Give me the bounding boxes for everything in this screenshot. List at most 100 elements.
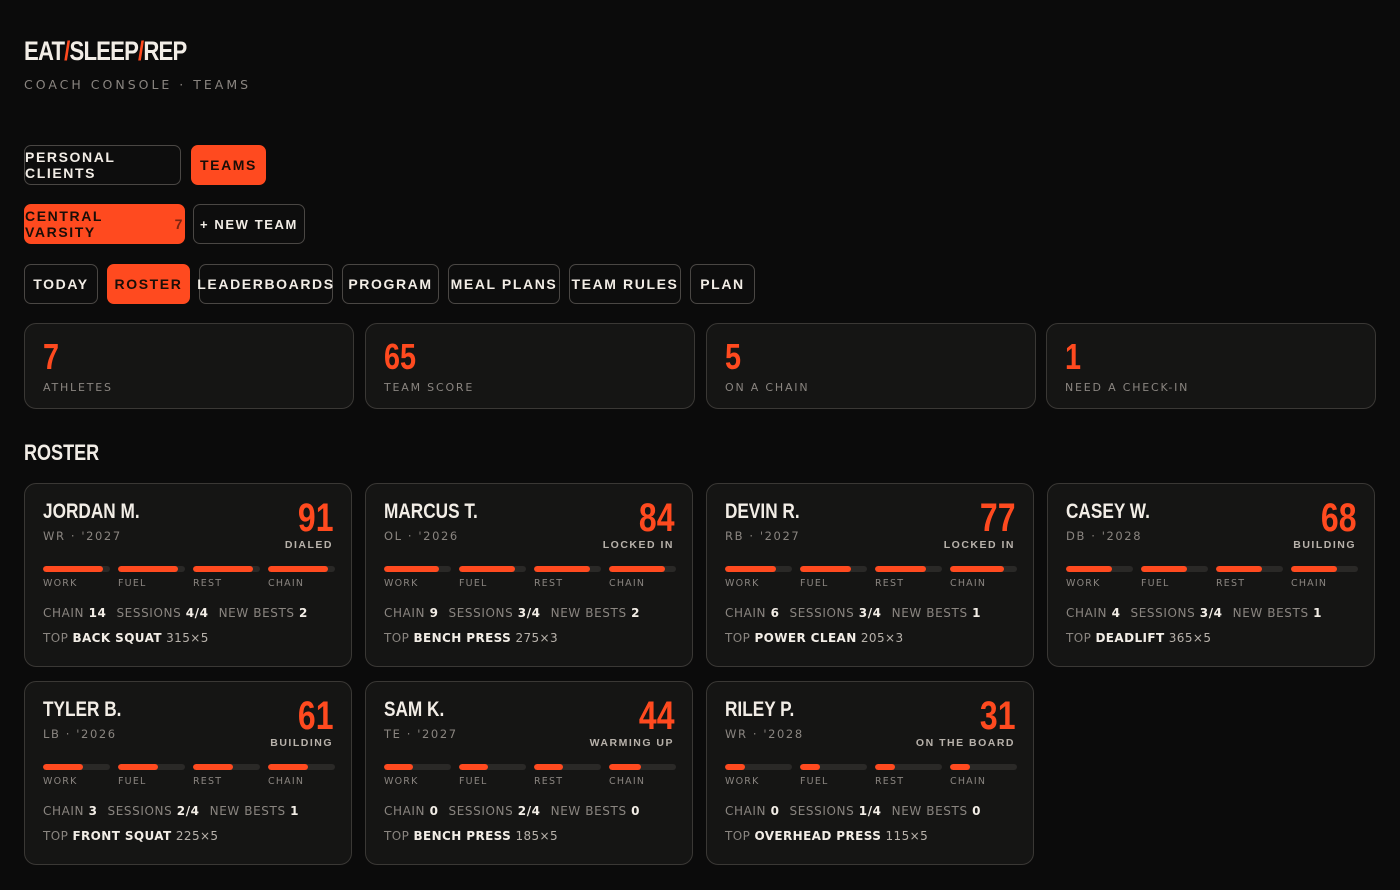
fuel-meter-fill — [118, 764, 159, 770]
fuel-meter: FUEL — [800, 764, 867, 787]
tab-meal-plans[interactable]: MEAL PLANS — [448, 264, 560, 304]
top-label: TOP — [725, 829, 751, 843]
tab-teams[interactable]: TEAMS — [191, 145, 266, 185]
chain-meter-track — [950, 566, 1017, 572]
athlete-name: CASEY W. — [1066, 500, 1150, 523]
tab-label: ROSTER — [114, 276, 183, 292]
chain-stat-value: 4 — [1111, 606, 1121, 620]
top-lift-set: 275×3 — [515, 631, 559, 645]
athlete-stats: CHAIN 14 SESSIONS 4/4 NEW BESTS 2 — [43, 606, 318, 620]
work-meter-track — [725, 764, 792, 770]
fuel-meter-label: FUEL — [1141, 578, 1170, 589]
chain-stat-label: CHAIN — [725, 606, 767, 620]
top-label: TOP — [725, 631, 751, 645]
new-bests-label: NEW BESTS — [891, 606, 968, 620]
athlete-status: WARMING UP — [589, 737, 674, 749]
top-lift-name: POWER CLEAN — [754, 631, 857, 645]
new-bests-label: NEW BESTS — [218, 606, 295, 620]
athlete-card[interactable]: JORDAN M. WR · '2027 91 DIALED WORK FUEL REST C… — [24, 483, 352, 667]
sessions-value: 3/4 — [858, 606, 882, 620]
rest-meter-fill — [875, 764, 896, 770]
fuel-meter-fill — [459, 764, 489, 770]
rest-meter-fill — [534, 764, 564, 770]
sessions-label: SESSIONS — [448, 606, 514, 620]
stat-value: 65 — [384, 336, 417, 377]
new-team-button[interactable]: + NEW TEAM — [193, 204, 305, 244]
fuel-meter-fill — [800, 566, 851, 572]
top-label: TOP — [43, 631, 69, 645]
top-label: TOP — [43, 829, 69, 843]
sessions-label: SESSIONS — [789, 804, 855, 818]
rest-meter-label: REST — [875, 578, 905, 589]
work-meter: WORK — [43, 566, 110, 589]
athlete-meters: WORK FUEL REST CHAIN — [1066, 566, 1358, 589]
fuel-meter-track — [459, 764, 526, 770]
rest-meter-fill — [534, 566, 591, 572]
rest-meter-label: REST — [193, 776, 223, 787]
team-name: CENTRAL VARSITY — [25, 208, 103, 240]
tab-label: PERSONAL CLIENTS — [25, 149, 116, 181]
tab-roster[interactable]: ROSTER — [107, 264, 190, 304]
tab-team-rules[interactable]: TEAM RULES — [569, 264, 681, 304]
athlete-name: JORDAN M. — [43, 500, 140, 523]
work-meter-track — [384, 566, 451, 572]
stat-value: 5 — [725, 336, 742, 377]
team-selector-central-varsity[interactable]: CENTRAL VARSITY 7 — [24, 204, 185, 244]
tab-label: LEADERBOARDS — [197, 276, 335, 292]
rest-meter-label: REST — [534, 776, 564, 787]
rest-meter-track — [534, 764, 601, 770]
tab-label: MEAL PLANS — [450, 276, 558, 292]
tab-leaderboards[interactable]: LEADERBOARDS — [197, 264, 335, 304]
sessions-label: SESSIONS — [107, 804, 173, 818]
athlete-card[interactable]: TYLER B. LB · '2026 61 BUILDING WORK FUEL REST… — [24, 681, 352, 865]
top-lift-set: 185×5 — [515, 829, 559, 843]
new-bests-value: 1 — [290, 804, 300, 818]
athlete-score: 61 — [297, 694, 333, 738]
chain-meter: CHAIN — [1291, 566, 1358, 589]
rest-meter-label: REST — [875, 776, 905, 787]
athlete-stats: CHAIN 0 SESSIONS 1/4 NEW BESTS 0 — [725, 804, 991, 818]
rest-meter-label: REST — [534, 578, 564, 589]
chain-meter-label: CHAIN — [609, 776, 646, 787]
athlete-meters: WORK FUEL REST CHAIN — [384, 566, 676, 589]
chain-meter: CHAIN — [268, 566, 335, 589]
athlete-card[interactable]: MARCUS T. OL · '2026 84 LOCKED IN WORK FUEL RE… — [365, 483, 693, 667]
tab-program[interactable]: PROGRAM — [342, 264, 439, 304]
athlete-meters: WORK FUEL REST CHAIN — [43, 764, 335, 787]
tab-plan[interactable]: PLAN — [690, 264, 755, 304]
stat-card-team-score: 65 TEAM SCORE — [365, 323, 695, 409]
work-meter-track — [43, 566, 110, 572]
fuel-meter: FUEL — [459, 566, 526, 589]
chain-stat-label: CHAIN — [43, 804, 85, 818]
athlete-card[interactable]: DEVIN R. RB · '2027 77 LOCKED IN WORK FUEL RES… — [706, 483, 1034, 667]
chain-meter: CHAIN — [609, 764, 676, 787]
top-lift-name: BENCH PRESS — [413, 631, 512, 645]
chain-meter: CHAIN — [609, 566, 676, 589]
chain-stat-label: CHAIN — [384, 606, 426, 620]
athlete-position-year: DB · '2028 — [1066, 529, 1143, 543]
tab-today[interactable]: TODAY — [24, 264, 98, 304]
athlete-card[interactable]: SAM K. TE · '2027 44 WARMING UP WORK FUEL REST… — [365, 681, 693, 865]
chain-meter-track — [268, 764, 335, 770]
athlete-card[interactable]: RILEY P. WR · '2028 31 ON THE BOARD WORK FUEL… — [706, 681, 1034, 865]
top-lift-set: 115×5 — [885, 829, 929, 843]
tab-label: PLAN — [700, 276, 745, 292]
athlete-position-year: RB · '2027 — [725, 529, 801, 543]
work-meter: WORK — [1066, 566, 1133, 589]
chain-meter-track — [950, 764, 1017, 770]
rest-meter-label: REST — [193, 578, 223, 589]
top-lift-set: 225×5 — [175, 829, 219, 843]
stat-card-need-check-in: 1 NEED A CHECK-IN — [1046, 323, 1376, 409]
athlete-card[interactable]: CASEY W. DB · '2028 68 BUILDING WORK FUEL REST… — [1047, 483, 1375, 667]
tab-personal-clients[interactable]: PERSONAL CLIENTS — [24, 145, 181, 185]
athlete-stats: CHAIN 9 SESSIONS 3/4 NEW BESTS 2 — [384, 606, 650, 620]
new-bests-value: 1 — [972, 606, 982, 620]
new-bests-value: 1 — [1313, 606, 1323, 620]
work-meter-label: WORK — [384, 578, 419, 589]
athlete-status: LOCKED IN — [602, 539, 674, 551]
chain-stat-value: 0 — [770, 804, 780, 818]
fuel-meter-fill — [800, 764, 821, 770]
new-bests-value: 2 — [631, 606, 641, 620]
chain-meter-fill — [950, 764, 971, 770]
work-meter-label: WORK — [725, 776, 760, 787]
